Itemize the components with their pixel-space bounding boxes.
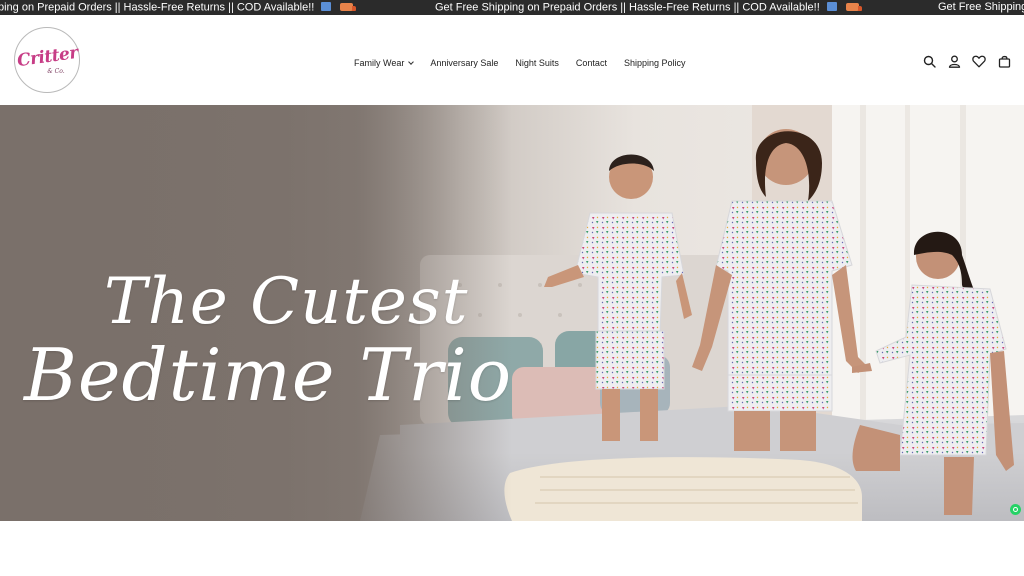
- main-navigation: Family Wear Anniversary Sale Night Suits…: [354, 56, 686, 70]
- nav-night-suits[interactable]: Night Suits: [515, 58, 559, 68]
- package-box-icon: [321, 0, 332, 15]
- announcement-bar: ping on Prepaid Orders || Hassle-Free Re…: [0, 0, 1024, 15]
- hero-banner[interactable]: The Cutest Bedtime Trio: [0, 105, 1024, 521]
- nav-label: Night Suits: [515, 58, 559, 68]
- site-header: Critter & Co. Family Wear Anniversary Sa…: [0, 15, 1024, 105]
- announcement-message: ping on Prepaid Orders || Hassle-Free Re…: [0, 0, 357, 15]
- account-icon[interactable]: [946, 53, 962, 69]
- header-icons: [912, 53, 1012, 69]
- nav-contact[interactable]: Contact: [576, 58, 607, 68]
- cart-bag-icon[interactable]: [996, 53, 1012, 69]
- nav-shipping-policy[interactable]: Shipping Policy: [624, 58, 686, 68]
- chevron-down-icon: [408, 58, 415, 65]
- hero-headline-line2: Bedtime Trio: [24, 333, 513, 417]
- whatsapp-chat-icon[interactable]: [1010, 504, 1021, 515]
- nav-label: Anniversary Sale: [430, 58, 499, 68]
- logo-subtext: & Co.: [47, 68, 65, 75]
- nav-anniversary-sale[interactable]: Anniversary Sale: [430, 58, 498, 68]
- nav-family-wear[interactable]: Family Wear: [354, 58, 415, 68]
- delivery-truck-icon: [844, 0, 862, 15]
- announcement-message: Get Free Shipping on Prepaid Orders || H…: [435, 0, 862, 15]
- package-box-icon: [826, 0, 837, 15]
- brand-logo[interactable]: Critter & Co.: [14, 27, 80, 93]
- nav-label: Contact: [575, 58, 607, 68]
- announcement-message: Get Free Shipping: [938, 1, 1024, 13]
- search-icon[interactable]: [921, 53, 937, 69]
- logo-wordmark: Critter: [15, 42, 79, 72]
- nav-label: Family Wear: [354, 58, 405, 68]
- wishlist-heart-icon[interactable]: [971, 53, 987, 69]
- nav-label: Shipping Policy: [623, 58, 686, 68]
- delivery-truck-icon: [338, 0, 357, 15]
- hero-headline-line1: The Cutest: [104, 265, 469, 339]
